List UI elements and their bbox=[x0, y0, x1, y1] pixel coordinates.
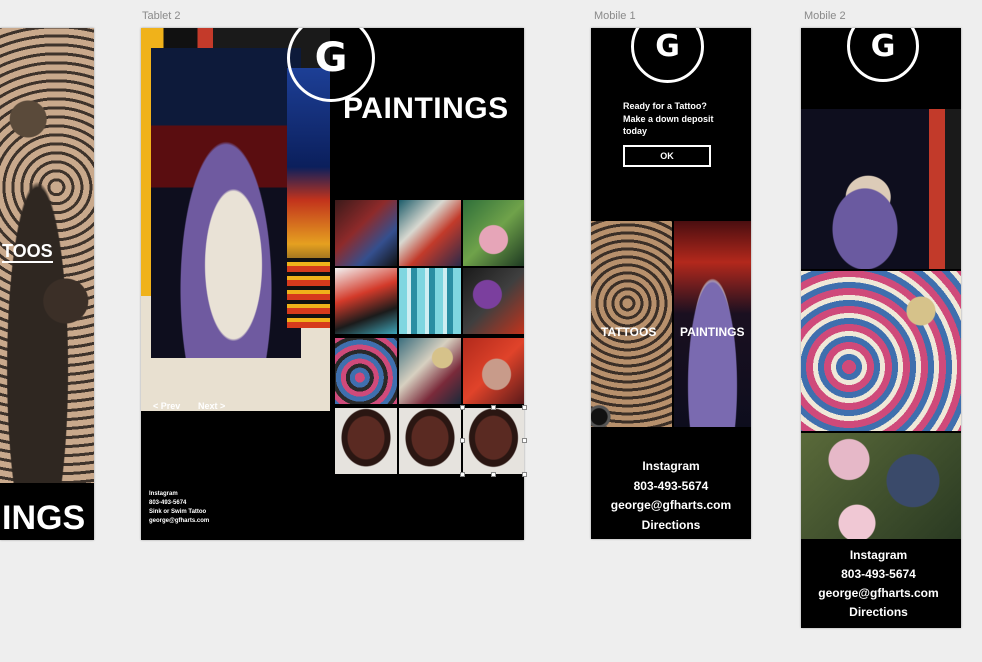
selection-handle[interactable] bbox=[491, 472, 496, 477]
selection-handle[interactable] bbox=[522, 472, 527, 477]
email-link[interactable]: george@gfharts.com bbox=[801, 584, 956, 603]
selection-handle[interactable] bbox=[460, 438, 465, 443]
thumbnail[interactable] bbox=[335, 338, 397, 404]
hero-painting-detail bbox=[151, 48, 301, 358]
thumbnail[interactable] bbox=[399, 338, 461, 404]
footer-contact: Instagram 803-493-5674 Sink or Swim Tatt… bbox=[149, 490, 209, 526]
thumbnail[interactable] bbox=[399, 268, 461, 334]
artboard-title: Mobile 2 bbox=[804, 10, 846, 22]
thumbnail[interactable] bbox=[335, 408, 397, 474]
selection-handle[interactable] bbox=[522, 405, 527, 410]
footer-contact: Instagram 803-493-5674 george@gfharts.co… bbox=[801, 546, 956, 622]
thumbnail[interactable] bbox=[399, 200, 461, 266]
paintings-link[interactable]: PAINTINGS bbox=[680, 325, 744, 339]
thumbnail[interactable] bbox=[463, 268, 524, 334]
paintings-heading: INGS bbox=[2, 499, 86, 537]
thumbnail[interactable] bbox=[399, 408, 461, 474]
thumbnail[interactable] bbox=[335, 200, 397, 266]
tattoos-link[interactable]: TOOS bbox=[2, 241, 53, 263]
artboard-mobile-2[interactable]: G Instagram 803-493-5674 george@gfharts.… bbox=[801, 28, 961, 628]
selection-handle[interactable] bbox=[460, 405, 465, 410]
instagram-link[interactable]: Instagram bbox=[591, 457, 751, 477]
next-button[interactable]: Next > bbox=[198, 401, 225, 411]
logo-letter: G bbox=[314, 35, 348, 81]
thumbnail[interactable] bbox=[463, 200, 524, 266]
email-link[interactable]: george@gfharts.com bbox=[149, 517, 209, 526]
tattoos-tile[interactable] bbox=[591, 221, 672, 427]
selection-handle[interactable] bbox=[460, 472, 465, 477]
thumbnail[interactable] bbox=[335, 268, 397, 334]
directions-link[interactable]: Directions bbox=[591, 516, 751, 536]
artboard-title: Tablet 2 bbox=[142, 10, 181, 22]
gallery-painting[interactable] bbox=[801, 271, 961, 431]
logo-circle[interactable]: G bbox=[631, 28, 704, 83]
ok-button[interactable]: OK bbox=[623, 145, 711, 167]
footer-contact: Instagram 803-493-5674 george@gfharts.co… bbox=[591, 457, 751, 535]
tattoos-link[interactable]: TATTOOS bbox=[601, 325, 656, 339]
paintings-tile[interactable] bbox=[674, 221, 751, 427]
artboard-mobile-1[interactable]: G Ready for a Tattoo? Make a down deposi… bbox=[591, 28, 751, 539]
thumbnail[interactable] bbox=[463, 338, 524, 404]
prev-button[interactable]: < Prev bbox=[153, 401, 180, 411]
email-link[interactable]: george@gfharts.com bbox=[591, 496, 751, 516]
thumbnail-selected[interactable] bbox=[463, 408, 524, 474]
selection-handle[interactable] bbox=[491, 405, 496, 410]
shop-name: Sink or Swim Tattoo bbox=[149, 509, 207, 515]
cta-text: Ready for a Tattoo? Make a down deposit … bbox=[623, 101, 714, 136]
artboard-title: Mobile 1 bbox=[594, 10, 636, 22]
gallery-painting[interactable] bbox=[801, 109, 961, 269]
instagram-link[interactable]: Instagram bbox=[149, 490, 209, 499]
phone-number[interactable]: 803-493-5674 bbox=[591, 477, 751, 497]
phone-number[interactable]: 803-493-5674 bbox=[801, 565, 956, 584]
logo-letter: G bbox=[870, 28, 896, 64]
logo-circle[interactable]: G bbox=[847, 28, 919, 82]
phone-number[interactable]: 803-493-5674 bbox=[149, 499, 209, 508]
hero-color-strip bbox=[287, 258, 330, 328]
logo-letter: G bbox=[655, 29, 680, 64]
partial-artboard-left[interactable]: TOOS INGS bbox=[0, 28, 94, 540]
page-title: PAINTINGS bbox=[343, 92, 509, 125]
selection-handle[interactable] bbox=[522, 438, 527, 443]
artboard-tablet-2[interactable]: G PAINTINGS < Prev Next > Instagram 803-… bbox=[141, 28, 524, 540]
instagram-link[interactable]: Instagram bbox=[801, 546, 956, 565]
gallery-painting[interactable] bbox=[801, 433, 961, 539]
directions-link[interactable]: Directions bbox=[801, 603, 956, 622]
